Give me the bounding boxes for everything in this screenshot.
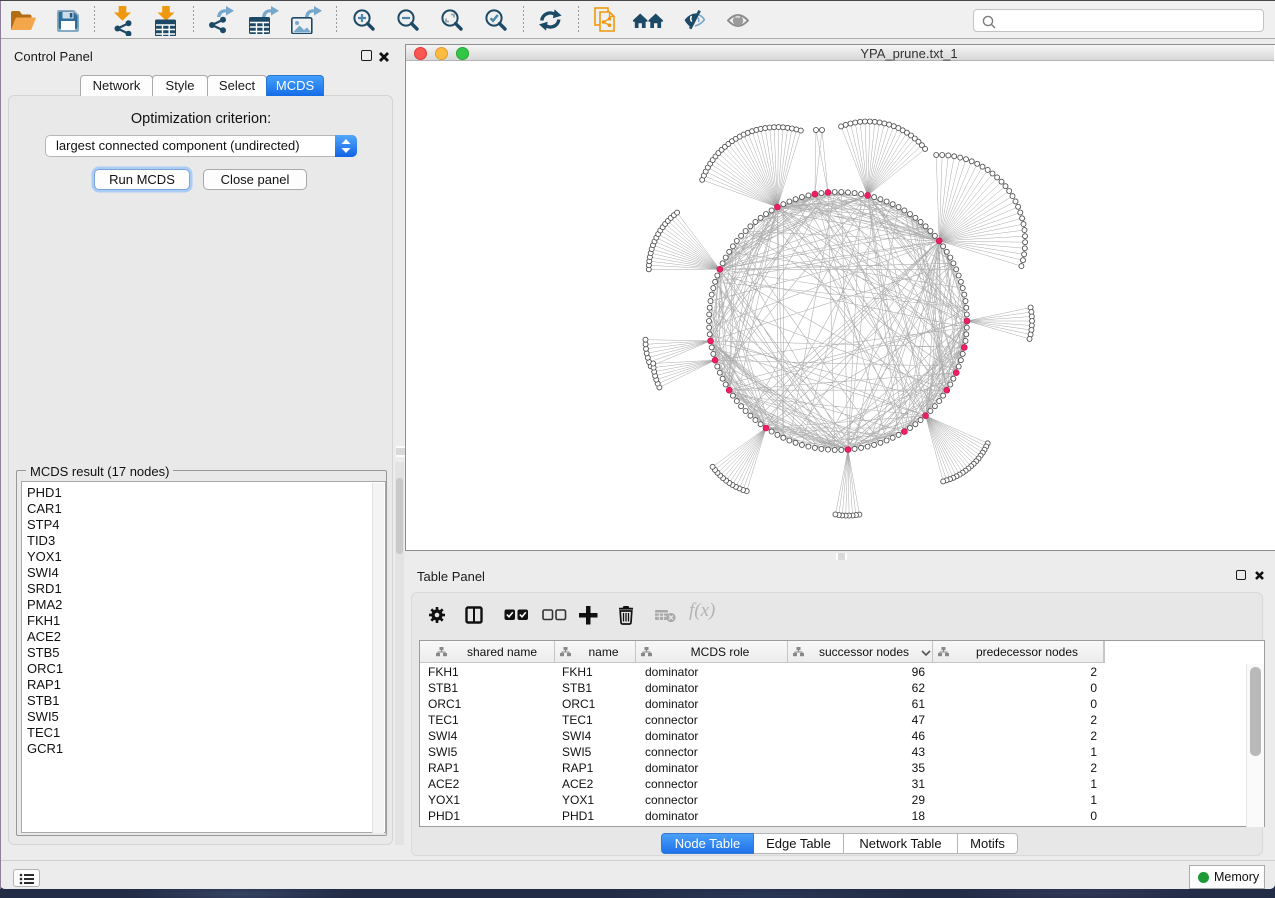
svg-text:f(x): f(x) [689, 601, 715, 621]
